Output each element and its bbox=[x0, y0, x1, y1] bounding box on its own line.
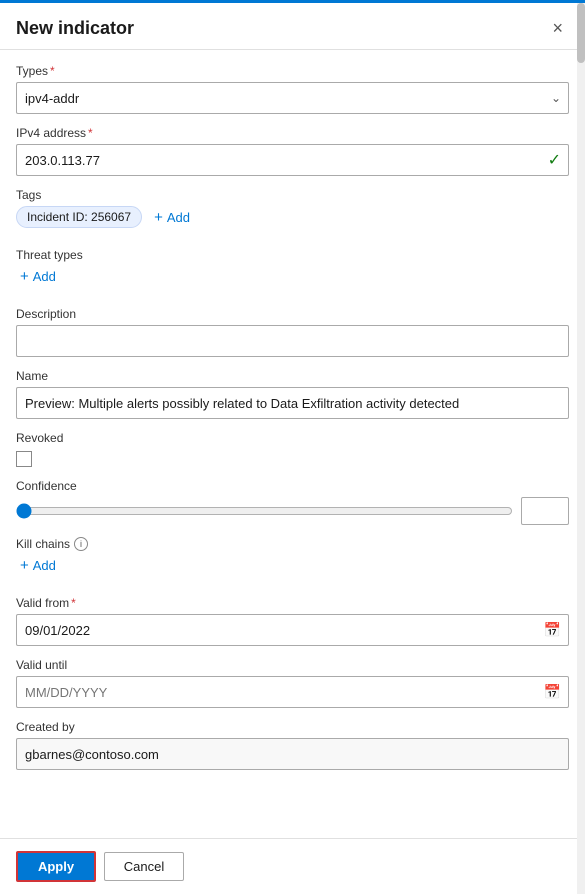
kill-chains-label-row: Kill chains i bbox=[16, 537, 569, 551]
valid-until-input[interactable] bbox=[16, 676, 569, 708]
ipv4-input-wrapper: ✓ bbox=[16, 144, 569, 176]
valid-from-field-group: Valid from* 📅 bbox=[16, 596, 569, 646]
confidence-slider[interactable] bbox=[16, 503, 513, 519]
dialog-title: New indicator bbox=[16, 18, 134, 39]
dialog-header: New indicator × bbox=[0, 3, 585, 50]
description-input[interactable] bbox=[16, 325, 569, 357]
info-icon: i bbox=[74, 537, 88, 551]
add-tag-button[interactable]: + Add bbox=[150, 207, 194, 228]
revoked-checkbox[interactable] bbox=[16, 451, 32, 467]
check-icon: ✓ bbox=[548, 150, 561, 170]
valid-until-input-wrapper: 📅 bbox=[16, 676, 569, 708]
valid-from-input-wrapper: 📅 bbox=[16, 614, 569, 646]
valid-until-label: Valid until bbox=[16, 658, 569, 672]
confidence-row bbox=[16, 497, 569, 525]
confidence-field-group: Confidence bbox=[16, 479, 569, 525]
valid-from-label: Valid from* bbox=[16, 596, 569, 610]
cancel-button[interactable]: Cancel bbox=[104, 852, 184, 881]
add-kill-chain-button[interactable]: + Add bbox=[16, 555, 60, 576]
kill-chains-label: Kill chains bbox=[16, 537, 70, 551]
name-field-group: Name bbox=[16, 369, 569, 419]
types-field-group: Types* ipv4-addr ⌄ bbox=[16, 64, 569, 114]
tags-row: Incident ID: 256067 + Add bbox=[16, 206, 569, 228]
scrollbar-thumb[interactable] bbox=[577, 3, 585, 63]
threat-types-label: Threat types bbox=[16, 248, 569, 262]
created-by-label: Created by bbox=[16, 720, 569, 734]
kill-chains-field-group: Kill chains i + Add bbox=[16, 537, 569, 576]
name-label: Name bbox=[16, 369, 569, 383]
plus-icon: + bbox=[20, 557, 29, 574]
revoked-row bbox=[16, 449, 569, 467]
confidence-label: Confidence bbox=[16, 479, 569, 493]
valid-until-field-group: Valid until 📅 bbox=[16, 658, 569, 708]
revoked-label: Revoked bbox=[16, 431, 569, 445]
tags-field-group: Tags Incident ID: 256067 + Add bbox=[16, 188, 569, 228]
apply-button[interactable]: Apply bbox=[16, 851, 96, 882]
description-field-group: Description bbox=[16, 307, 569, 357]
tags-label: Tags bbox=[16, 188, 569, 202]
ipv4-input[interactable] bbox=[16, 144, 569, 176]
plus-icon: + bbox=[154, 209, 163, 226]
revoked-field-group: Revoked bbox=[16, 431, 569, 467]
ipv4-label: IPv4 address* bbox=[16, 126, 569, 140]
types-label: Types* bbox=[16, 64, 569, 78]
types-select-wrapper: ipv4-addr ⌄ bbox=[16, 82, 569, 114]
confidence-value-input[interactable] bbox=[521, 497, 569, 525]
plus-icon: + bbox=[20, 268, 29, 285]
valid-from-input[interactable] bbox=[16, 614, 569, 646]
new-indicator-dialog: New indicator × Types* ipv4-addr ⌄ IPv4 … bbox=[0, 0, 585, 894]
name-input[interactable] bbox=[16, 387, 569, 419]
dialog-body: Types* ipv4-addr ⌄ IPv4 address* ✓ Tags bbox=[0, 50, 585, 838]
ipv4-field-group: IPv4 address* ✓ bbox=[16, 126, 569, 176]
add-threat-type-button[interactable]: + Add bbox=[16, 266, 60, 287]
types-select[interactable]: ipv4-addr bbox=[16, 82, 569, 114]
dialog-footer: Apply Cancel bbox=[0, 838, 585, 894]
created-by-input bbox=[16, 738, 569, 770]
created-by-field-group: Created by bbox=[16, 720, 569, 770]
scrollbar-track bbox=[577, 3, 585, 894]
close-button[interactable]: × bbox=[546, 17, 569, 39]
description-label: Description bbox=[16, 307, 569, 321]
threat-types-field-group: Threat types + Add bbox=[16, 248, 569, 287]
tag-chip: Incident ID: 256067 bbox=[16, 206, 142, 228]
